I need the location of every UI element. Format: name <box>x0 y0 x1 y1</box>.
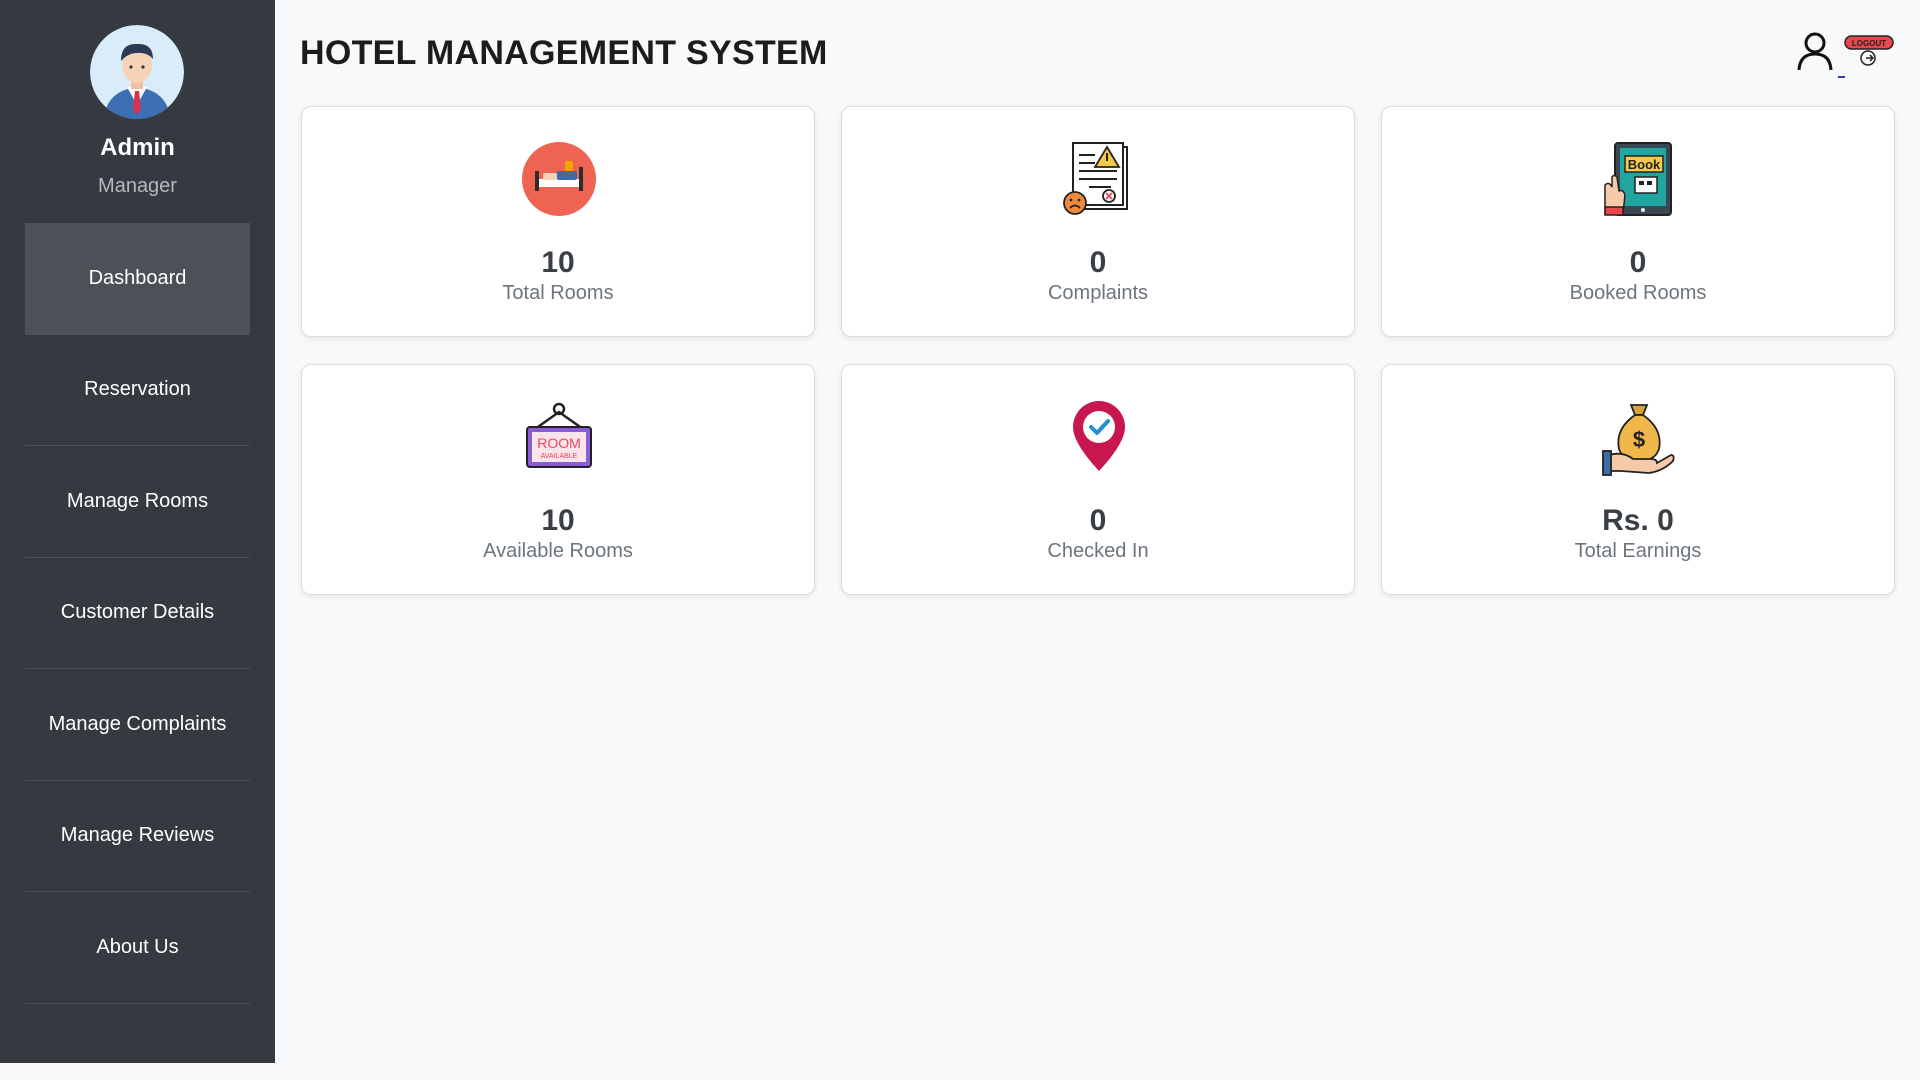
stat-card-available-rooms[interactable]: ROOM AVAILABLE 10 Available Rooms <box>301 364 815 595</box>
stat-value: 10 <box>541 246 575 279</box>
stat-value: 0 <box>1089 246 1107 279</box>
stat-card-total-earnings[interactable]: $ Rs. 0 Total Earnings <box>1381 364 1895 595</box>
logout-badge-text: LOGOUT <box>1852 39 1886 48</box>
stat-card-complaints[interactable]: 0 Complaints <box>841 106 1355 337</box>
complaint-document-icon <box>1061 141 1137 219</box>
svg-text:ROOM: ROOM <box>537 435 581 451</box>
sidebar-item-manage-rooms[interactable]: Manage Rooms <box>25 446 250 558</box>
room-available-sign-icon: ROOM AVAILABLE <box>521 399 597 477</box>
sidebar-item-customer-details[interactable]: Customer Details <box>25 558 250 669</box>
stat-label: Complaints <box>1047 282 1149 304</box>
sidebar-item-manage-reviews[interactable]: Manage Reviews <box>25 781 250 892</box>
stat-card-total-rooms[interactable]: 10 Total Rooms <box>301 106 815 337</box>
logout-icon[interactable]: LOGOUT <box>1844 34 1894 68</box>
stat-value: 10 <box>541 504 575 537</box>
money-bag-hand-icon: $ <box>1601 399 1677 477</box>
location-check-icon <box>1061 399 1137 477</box>
stat-card-checked-in[interactable]: 0 Checked In <box>841 364 1355 595</box>
stat-value: 0 <box>1629 246 1647 279</box>
sidebar-item-about-us[interactable]: About Us <box>25 892 250 1004</box>
user-icon[interactable] <box>1795 30 1835 72</box>
svg-text:Book: Book <box>1628 157 1661 172</box>
stat-value: Rs. 0 <box>1602 504 1674 537</box>
stat-label: Available Rooms <box>483 540 633 562</box>
admin-avatar <box>90 25 184 119</box>
stat-label: Total Earnings <box>1574 540 1702 562</box>
sidebar-item-dashboard[interactable]: Dashboard <box>25 223 250 335</box>
stat-label: Total Rooms <box>502 282 614 304</box>
svg-text:$: $ <box>1633 427 1645 452</box>
stat-value: 0 <box>1089 504 1107 537</box>
svg-text:AVAILABLE: AVAILABLE <box>541 453 578 460</box>
sidebar-item-manage-complaints[interactable]: Manage Complaints <box>25 669 250 781</box>
sidebar-item-reservation[interactable]: Reservation <box>25 335 250 446</box>
booking-tablet-icon: Book <box>1601 141 1677 219</box>
link-underline <box>1838 76 1845 78</box>
page-title: HOTEL MANAGEMENT SYSTEM <box>300 34 828 72</box>
bed-icon <box>521 141 597 219</box>
stat-card-booked-rooms[interactable]: Book 0 Booked Rooms <box>1381 106 1895 337</box>
profile-role: Manager <box>98 175 177 197</box>
sidebar: Admin Manager Dashboard Reservation Mana… <box>0 0 275 1063</box>
topbar-actions: LOGOUT <box>1790 30 1900 80</box>
sidebar-nav: Dashboard Reservation Manage Rooms Custo… <box>25 223 250 1004</box>
stat-label: Checked In <box>1047 540 1149 562</box>
profile-name: Admin <box>100 134 175 161</box>
stat-label: Booked Rooms <box>1569 282 1707 304</box>
